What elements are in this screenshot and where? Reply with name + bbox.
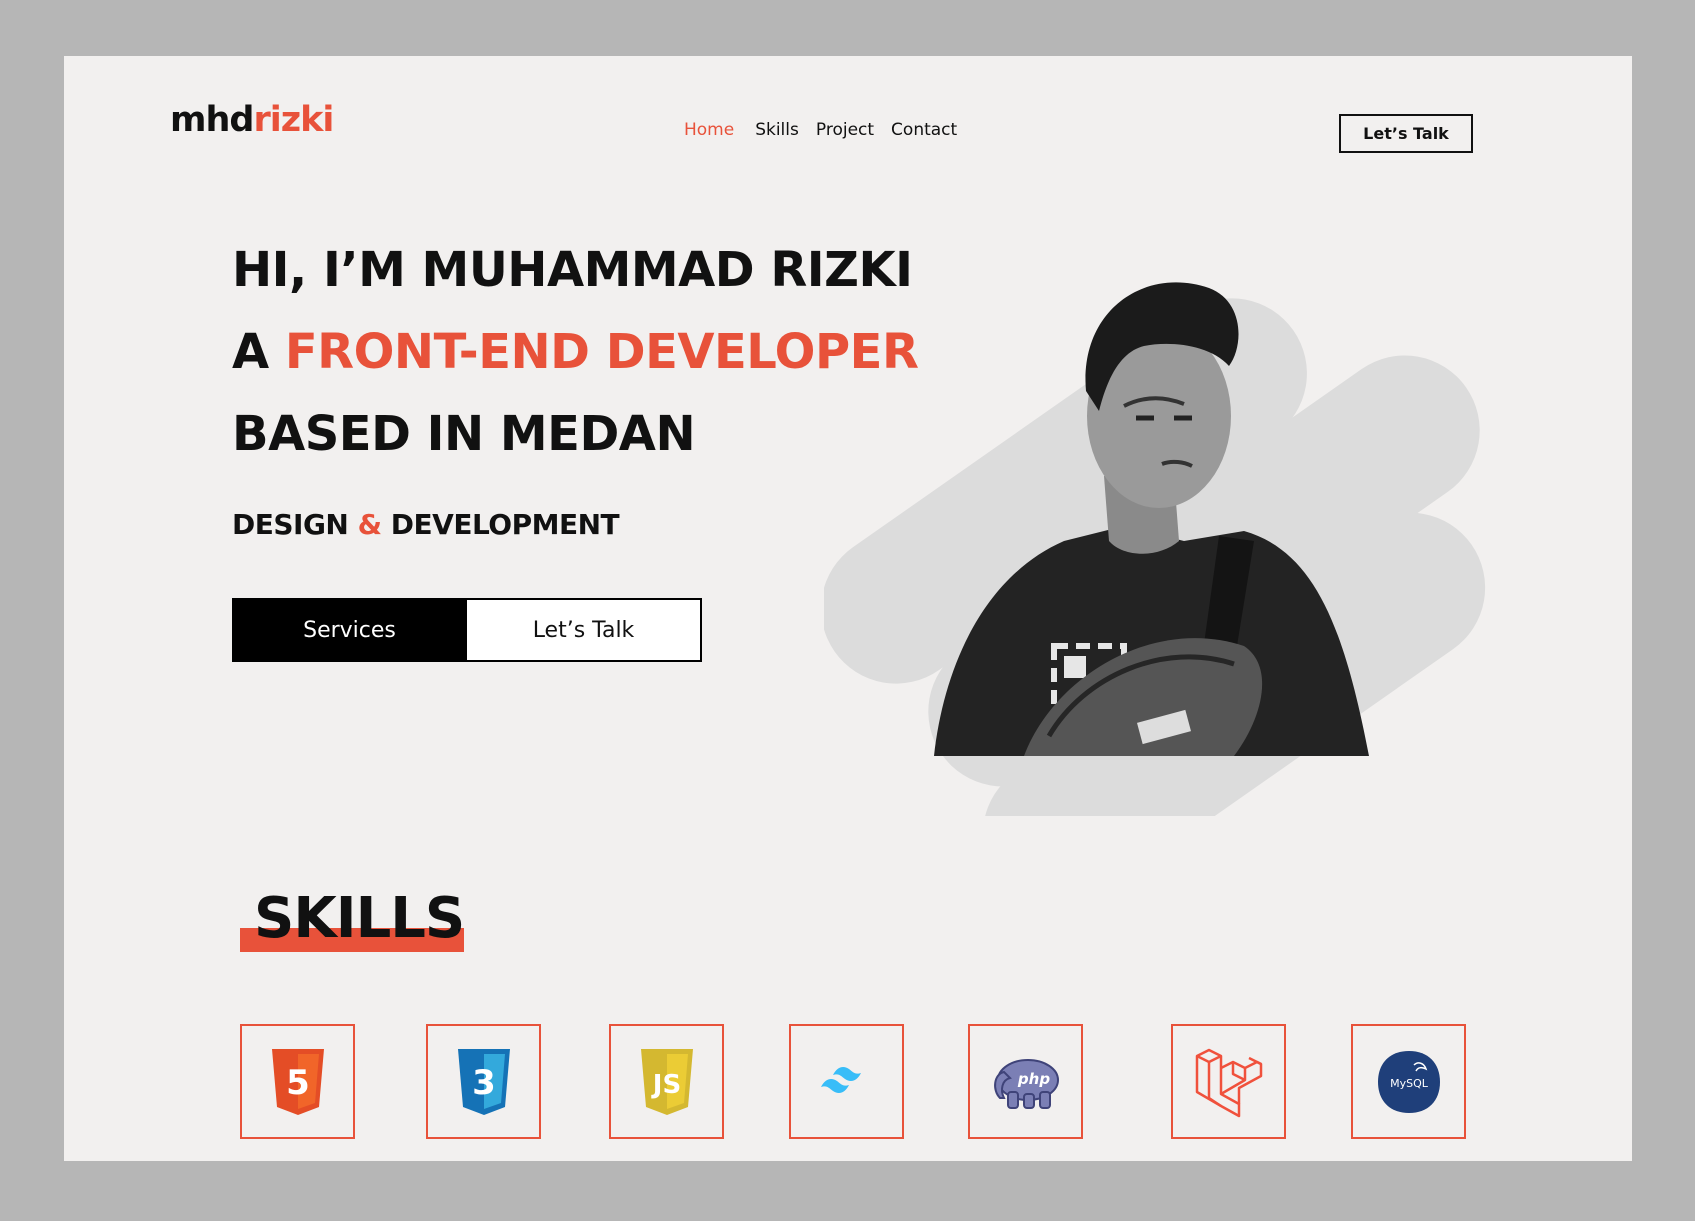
- tailwind-icon: [820, 1066, 861, 1093]
- skill-mysql: MySQL: [1351, 1024, 1466, 1139]
- php-icon: php: [993, 1058, 1059, 1109]
- services-button[interactable]: Services: [232, 598, 467, 662]
- tagline-design: DESIGN: [232, 508, 349, 541]
- tagline-ampersand: &: [357, 508, 382, 541]
- skill-html5: 5: [240, 1024, 355, 1139]
- javascript-icon: JS: [640, 1048, 693, 1115]
- css3-icon: 3: [457, 1048, 510, 1115]
- hero-line-2-prefix: A: [232, 324, 269, 380]
- nav-project[interactable]: Project: [816, 120, 874, 140]
- hero-portrait-illustration: [824, 282, 1486, 816]
- tagline-development: DEVELOPMENT: [390, 508, 620, 541]
- logo-primary: mhd: [170, 100, 254, 140]
- html5-icon: 5: [271, 1048, 324, 1115]
- main-nav: Home Skills Project Contact: [684, 120, 957, 140]
- logo[interactable]: mhdrizki: [170, 100, 334, 140]
- hero-buttons: Services Let’s Talk: [232, 598, 702, 662]
- skill-php: php: [968, 1024, 1083, 1139]
- header-lets-talk-button[interactable]: Let’s Talk: [1339, 114, 1473, 153]
- php-icon-label: php: [1016, 1070, 1049, 1088]
- mysql-icon: MySQL: [1377, 1050, 1440, 1113]
- hero-tagline: DESIGN & DEVELOPMENT: [232, 508, 620, 541]
- css3-icon-label: 3: [472, 1063, 496, 1103]
- javascript-icon-label: JS: [650, 1070, 680, 1100]
- hero-lets-talk-button[interactable]: Let’s Talk: [467, 598, 702, 662]
- hero-heading-line-3: BASED IN MEDAN: [232, 406, 696, 462]
- laravel-icon: [1195, 1048, 1262, 1117]
- nav-home[interactable]: Home: [684, 120, 734, 140]
- mysql-icon-label: MySQL: [1390, 1077, 1429, 1090]
- html5-icon-label: 5: [286, 1063, 310, 1103]
- skill-javascript: JS: [609, 1024, 724, 1139]
- hero-heading-line-2: A FRONT-END DEVELOPER: [232, 324, 919, 380]
- nav-contact[interactable]: Contact: [891, 120, 957, 140]
- nav-skills[interactable]: Skills: [755, 120, 799, 140]
- skill-laravel: [1171, 1024, 1286, 1139]
- skills-heading: SKILLS: [254, 886, 465, 951]
- skill-tailwind: [789, 1024, 904, 1139]
- page: mhdrizki Home Skills Project Contact Let…: [64, 56, 1632, 1161]
- skill-css3: 3: [426, 1024, 541, 1139]
- hero-heading-line-1: HI, I’M MUHAMMAD RIZKI: [232, 242, 913, 298]
- logo-accent: rizki: [253, 100, 334, 140]
